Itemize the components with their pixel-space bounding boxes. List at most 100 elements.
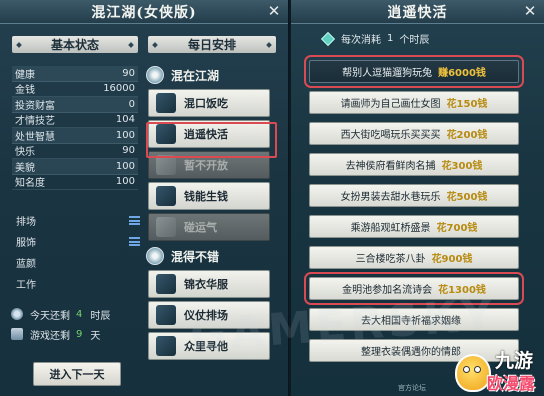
- stat-row: 处世智慧 100: [12, 128, 138, 144]
- close-icon[interactable]: ✕: [266, 3, 282, 19]
- event-price: 赚6000钱: [438, 68, 486, 79]
- misc-list: 排场 服饰 蓝颜 工作: [16, 210, 140, 294]
- stat-value: 16000: [103, 83, 135, 95]
- game-remaining-unit: 天: [90, 330, 101, 342]
- misc-label: 蓝颜: [16, 259, 36, 270]
- stat-label: 美貌: [15, 162, 35, 174]
- misc-row: 蓝颜: [16, 252, 140, 273]
- event-price: 花700钱: [436, 223, 478, 234]
- site-logo: 九游 欧漫露: [455, 344, 541, 394]
- action-label: 仪仗排场: [184, 309, 228, 322]
- event-name: 女扮男装去甜水巷玩乐: [340, 192, 441, 203]
- stat-row: 健康 90: [12, 66, 138, 82]
- stat-label: 金钱: [15, 85, 35, 97]
- event-name: 去神侯府看鲜肉名捕: [345, 161, 436, 172]
- action-label: 锦衣华服: [184, 278, 228, 291]
- stat-value: 0: [128, 98, 135, 110]
- stats-table: 健康 90 金钱 16000 投资财富 0 才情技艺 104 处世智慧 100 快乐 90…: [12, 66, 138, 190]
- stat-row: 知名度 100: [12, 175, 138, 190]
- event-name: 去大相国寺祈福求姻缘: [361, 316, 461, 327]
- event-button[interactable]: 去神侯府看鲜肉名捕 花300钱: [309, 153, 519, 176]
- event-button[interactable]: 女扮男装去甜水巷玩乐 花500钱: [309, 184, 519, 207]
- title-bar: 混江湖(女侠版) ✕: [0, 0, 288, 24]
- action-icon: [156, 186, 176, 206]
- stat-value: 90: [122, 145, 135, 157]
- action-label: 碰运气: [184, 221, 217, 234]
- event-name: 整理衣装偶遇你的情郎: [361, 347, 461, 358]
- logo-text-bottom: 欧漫露: [487, 374, 536, 393]
- enter-next-day-button[interactable]: 进入下一天: [33, 362, 121, 386]
- action-icon: [156, 155, 176, 175]
- event-button[interactable]: 金明池参加名流诗会 花1300钱: [304, 272, 524, 305]
- event-button[interactable]: 去大相国寺祈福求姻缘: [309, 308, 519, 331]
- action-icon: [156, 336, 176, 356]
- stat-label: 投资财富: [15, 100, 55, 112]
- action-label: 混口饭吃: [184, 97, 228, 110]
- game-remaining-label: 游戏还剩: [30, 330, 70, 342]
- event-button[interactable]: 西大街吃喝玩乐买买买 花200钱: [309, 122, 519, 145]
- stat-value: 100: [115, 129, 135, 141]
- hourglass-icon: [11, 328, 23, 340]
- list-icon[interactable]: [129, 237, 140, 246]
- category-hundebucuo: 混得不错: [146, 245, 277, 267]
- event-price: 花1300钱: [438, 285, 486, 296]
- close-icon[interactable]: ✕: [522, 3, 538, 19]
- category-emblem-icon: [146, 66, 164, 84]
- action-button[interactable]: 众里寻他: [148, 332, 270, 360]
- event-price: 花200钱: [446, 130, 488, 141]
- misc-row: 工作: [16, 273, 140, 294]
- window-title: 逍遥快活: [387, 4, 448, 21]
- action-label: 钱能生钱: [184, 190, 228, 203]
- event-name: 西大街吃喝玩乐买买买: [340, 130, 441, 141]
- event-button[interactable]: 帮别人逗猫遛狗玩兔 赚6000钱: [304, 55, 524, 88]
- mascot-eye-icon: [463, 366, 470, 373]
- title-bar: 逍遥快活 ✕: [291, 0, 544, 24]
- time-remaining: 今天还剩 4 时辰 游戏还剩 9 天: [11, 304, 141, 344]
- action-button[interactable]: 混口饭吃: [148, 89, 270, 117]
- action-label: 暂不开放: [184, 159, 228, 172]
- today-remaining-label: 今天还剩: [30, 310, 70, 322]
- logo-text-top: 九游: [495, 350, 534, 372]
- stat-label: 健康: [15, 69, 35, 81]
- game-window-left: 混江湖(女侠版) ✕ 基本状态 健康 90 金钱 16000 投资财富 0 才情技艺 …: [0, 0, 289, 396]
- stat-value: 90: [122, 67, 135, 79]
- misc-row: 服饰: [16, 231, 140, 252]
- game-remaining-row: 游戏还剩 9 天: [11, 324, 141, 344]
- event-button[interactable]: 请画师为自己画仕女图 花150钱: [309, 91, 519, 114]
- action-button[interactable]: 钱能生钱: [148, 182, 270, 210]
- stat-label: 处世智慧: [15, 131, 55, 143]
- event-name: 乘游船观虹桥盛景: [350, 223, 431, 234]
- mascot-icon: [455, 354, 491, 392]
- event-price: 花900钱: [431, 254, 473, 265]
- stat-row: 才情技艺 104: [12, 113, 138, 128]
- action-icon: [156, 217, 176, 237]
- game-remaining-value: 9: [76, 328, 83, 340]
- category-hunzaijianghu: 混在江湖: [146, 64, 277, 86]
- daily-schedule: 混在江湖 混口饭吃 逍遥快活 暂不开放 钱能生钱 碰运气 混得不错 锦衣华服 仪…: [146, 64, 277, 363]
- event-button[interactable]: 三合楼吃茶八卦 花900钱: [309, 246, 519, 269]
- stat-label: 知名度: [15, 178, 45, 190]
- action-icon: [156, 274, 176, 294]
- list-icon[interactable]: [129, 216, 140, 225]
- action-icon: [156, 305, 176, 325]
- action-button[interactable]: 仪仗排场: [148, 301, 270, 329]
- stat-value: 100: [115, 160, 135, 172]
- selected-action-highlight: [146, 122, 277, 158]
- action-button[interactable]: 锦衣华服: [148, 270, 270, 298]
- event-name: 请画师为自己画仕女图: [340, 99, 441, 110]
- today-remaining-row: 今天还剩 4 时辰: [11, 304, 141, 324]
- event-button[interactable]: 乘游船观虹桥盛景 花700钱: [309, 215, 519, 238]
- stat-row: 金钱 16000: [12, 82, 138, 97]
- cost-line: 每次消耗 1 个时辰: [320, 31, 429, 46]
- forum-tag: 官方论坛: [398, 384, 426, 392]
- event-name: 金明池参加名流诗会: [342, 285, 433, 296]
- stat-row: 美貌 100: [12, 159, 138, 175]
- stat-label: 快乐: [15, 147, 35, 159]
- gem-icon: [320, 31, 336, 46]
- action-label: 众里寻他: [184, 340, 228, 353]
- stat-row: 投资财富 0: [12, 97, 138, 113]
- action-button: 碰运气: [148, 213, 270, 241]
- event-list: 帮别人逗猫遛狗玩兔 赚6000钱 请画师为自己画仕女图 花150钱 西大街吃喝玩乐买…: [304, 55, 524, 370]
- today-remaining-unit: 时辰: [90, 310, 111, 322]
- stat-value: 100: [115, 176, 135, 188]
